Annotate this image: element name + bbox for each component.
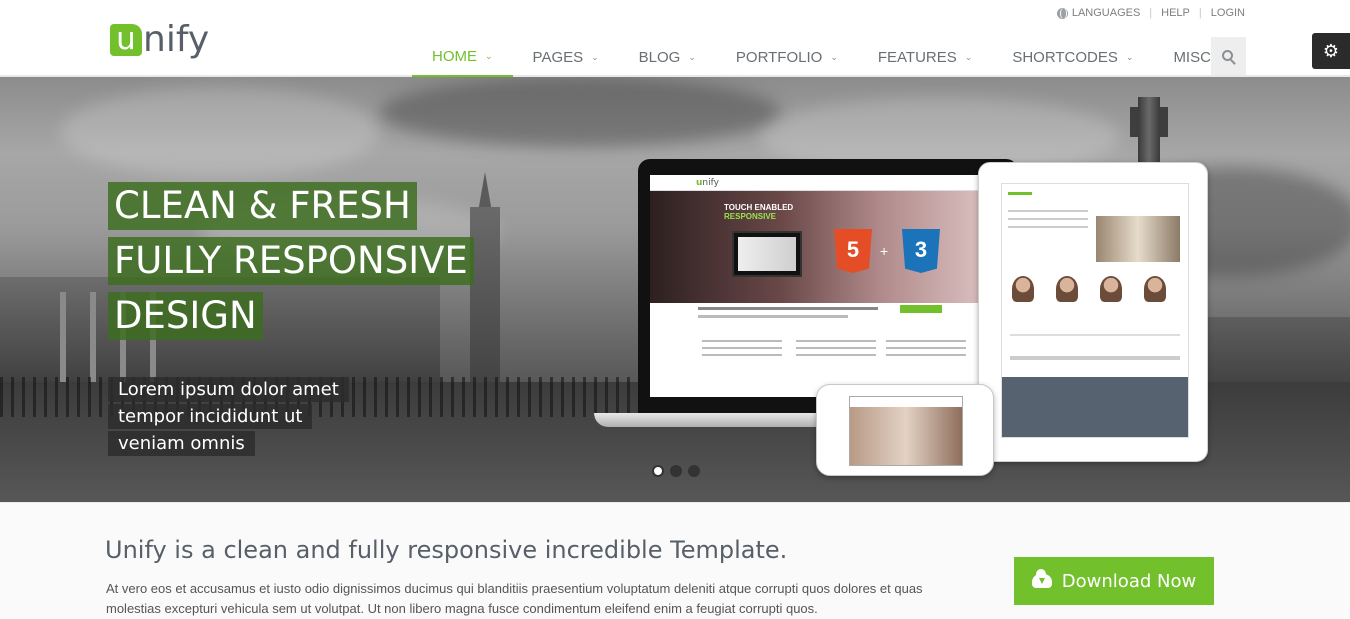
mockup-devices-image [732, 231, 802, 277]
chevron-down-icon: ⌄ [1125, 51, 1134, 62]
nav-label: SHORTCODES [1012, 48, 1118, 66]
team-photo [1012, 276, 1034, 302]
nav-label: FEATURES [877, 48, 957, 66]
mockup-column [702, 335, 782, 356]
phone-screen [849, 396, 963, 466]
chevron-down-icon: ⌄ [591, 51, 599, 62]
team-photo [1056, 276, 1078, 302]
team-photo [1144, 276, 1166, 302]
hero-subtitle: Lorem ipsum dolor amet tempor incididunt… [108, 377, 349, 458]
mockup-text-line [698, 307, 878, 310]
nav-item-pages[interactable]: PAGES ⌄ [513, 37, 619, 77]
laptop-base [594, 413, 834, 427]
gear-icon: ⚙ [1322, 40, 1340, 62]
download-label: Download Now [1061, 570, 1197, 592]
mockup-footer [1002, 377, 1188, 437]
nav-item-shortcodes[interactable]: SHORTCODES ⌄ [992, 37, 1153, 77]
nav-label: HOME [432, 47, 477, 65]
hero-title-line: CLEAN & FRESH [108, 182, 417, 230]
html5-badge: 5 [834, 229, 872, 273]
purchase-block: Unify is a clean and fully responsive in… [0, 502, 1350, 618]
mockup-image [1096, 216, 1180, 262]
search-button[interactable] [1211, 37, 1246, 75]
css3-badge: 3 [902, 229, 940, 273]
mockup-clients-row [1010, 356, 1180, 360]
topbar: LANGUAGES | HELP | LOGIN [1056, 7, 1245, 19]
hero-subtitle-line: veniam omnis [108, 431, 255, 456]
chevron-down-icon: ⌄ [485, 50, 493, 61]
mockup-header: unify [650, 175, 978, 191]
purchase-title: Unify is a clean and fully responsive in… [105, 536, 788, 564]
mockup-logo: unify [696, 178, 719, 188]
hero-title: CLEAN & FRESH FULLY RESPONSIVE DESIGN [108, 182, 474, 347]
main-nav: HOME ⌄ PAGES ⌄ BLOG ⌄ PORTFOLIO ⌄ FEATUR… [412, 37, 1246, 77]
team-photo [1100, 276, 1122, 302]
chevron-down-icon: ⌄ [830, 51, 838, 62]
slider-pagination [652, 465, 706, 477]
laptop-mockup: unify TOUCH ENABLED RESPONSIVE 5 + 3 [638, 159, 1018, 417]
help-link[interactable]: HELP [1161, 7, 1190, 19]
logo[interactable]: u nify [110, 14, 209, 58]
nav-label: BLOG [638, 48, 681, 66]
mockup-button [900, 305, 942, 313]
crowd [0, 377, 700, 417]
mockup-column [796, 335, 876, 356]
tablet-screen [1001, 183, 1189, 438]
church-spire [478, 172, 492, 212]
sky-cloud [60, 87, 380, 177]
style-switcher-button[interactable]: ⚙ [1312, 33, 1350, 69]
laptop-screen: unify TOUCH ENABLED RESPONSIVE 5 + 3 [650, 175, 978, 397]
nav-label: PORTFOLIO [735, 48, 823, 66]
languages-label: LANGUAGES [1071, 7, 1141, 19]
topbar-separator: | [1198, 7, 1202, 19]
chevron-down-icon: ⌄ [964, 51, 973, 62]
header: u nify LANGUAGES | HELP | LOGIN HOME ⌄ P… [0, 0, 1350, 77]
slider-dot[interactable] [670, 465, 682, 477]
cloud-download-icon [1031, 569, 1052, 588]
hero-subtitle-line: Lorem ipsum dolor amet [108, 377, 349, 402]
mockup-text-line [1008, 210, 1088, 212]
nav-item-blog[interactable]: BLOG ⌄ [619, 37, 716, 77]
topbar-separator: | [1149, 7, 1153, 19]
mockup-text-line [698, 315, 848, 318]
logo-text: nify [143, 19, 210, 60]
slider-dot[interactable] [688, 465, 700, 477]
nav-label: MISC [1173, 48, 1211, 66]
mockup-hero: TOUCH ENABLED RESPONSIVE 5 + 3 [650, 191, 978, 303]
hero-title-line: DESIGN [108, 292, 263, 340]
globe-icon [1056, 7, 1068, 19]
mockup-column [886, 335, 966, 356]
phone-mockup [816, 384, 994, 476]
tablet-mockup [978, 162, 1208, 462]
search-icon [1222, 49, 1233, 61]
slider-dot[interactable] [652, 465, 664, 477]
mockup-text-line [1010, 334, 1180, 336]
chevron-down-icon: ⌄ [688, 51, 696, 62]
purchase-description: At vero eos et accusamus et iusto odio d… [106, 581, 923, 616]
languages-link[interactable]: LANGUAGES [1056, 7, 1141, 19]
mockup-hero-title: TOUCH ENABLED RESPONSIVE [724, 203, 794, 221]
hero-slider: CLEAN & FRESH FULLY RESPONSIVE DESIGN Lo… [0, 77, 1350, 502]
nav-item-portfolio[interactable]: PORTFOLIO ⌄ [716, 37, 858, 77]
nav-item-home[interactable]: HOME ⌄ [412, 37, 513, 77]
hero-title-line: FULLY RESPONSIVE [108, 237, 474, 285]
login-link[interactable]: LOGIN [1211, 7, 1245, 19]
mockup-text-line [1008, 218, 1088, 220]
plus-sign: + [880, 243, 889, 259]
mockup-text-line [1008, 192, 1032, 195]
download-now-button[interactable]: Download Now [1014, 557, 1214, 605]
hero-subtitle-line: tempor incididunt ut [108, 404, 313, 429]
sky-cloud [380, 77, 780, 147]
mockup-text-line [1008, 226, 1088, 228]
nav-item-features[interactable]: FEATURES ⌄ [858, 37, 992, 77]
nav-label: PAGES [532, 48, 584, 66]
logo-mark: u [110, 24, 142, 56]
